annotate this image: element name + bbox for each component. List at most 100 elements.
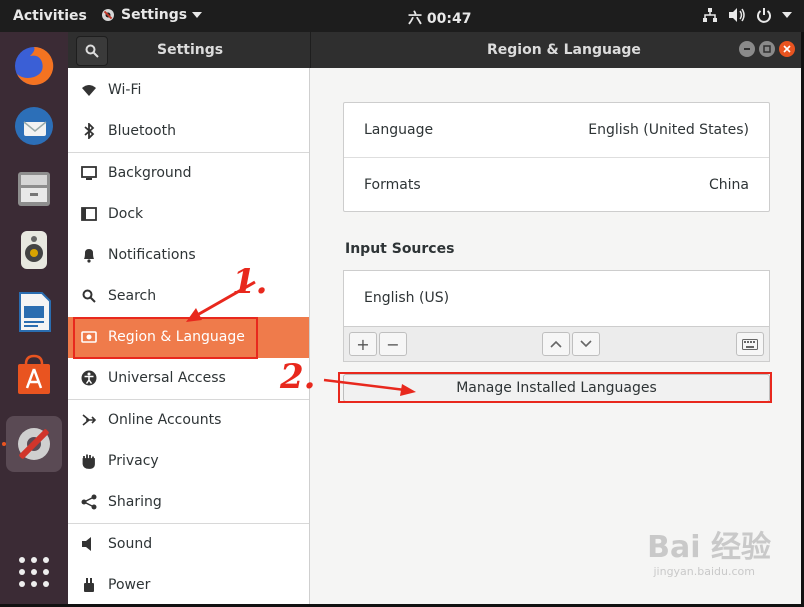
activities-button[interactable]: Activities: [13, 8, 87, 24]
sidebar-item-label: Online Accounts: [108, 412, 222, 428]
writer-document-icon: [19, 292, 51, 332]
show-applications-button[interactable]: [6, 544, 62, 600]
sidebar-item-sharing[interactable]: Sharing: [68, 482, 309, 523]
clock[interactable]: 六 00:47: [408, 8, 471, 28]
writer-launcher[interactable]: [6, 284, 62, 340]
minimize-icon: [744, 48, 750, 50]
window-controls: [739, 41, 795, 57]
app-menu[interactable]: Settings: [100, 7, 203, 23]
add-input-source-button[interactable]: +: [349, 332, 377, 356]
sidebar-item-label: Sound: [108, 536, 153, 552]
watermark-logo: Bai 经验: [647, 530, 771, 565]
sidebar-item-label: Privacy: [108, 453, 159, 469]
sidebar-item-bluetooth[interactable]: Bluetooth: [68, 111, 309, 152]
sidebar-item-sound[interactable]: Sound: [68, 524, 309, 565]
close-icon: [783, 45, 791, 53]
sidebar-item-dock[interactable]: Dock: [68, 194, 309, 235]
move-down-button[interactable]: [572, 332, 600, 356]
background-icon: [80, 164, 98, 182]
sidebar-item-label: Search: [108, 288, 157, 304]
bell-icon: [80, 246, 98, 264]
formats-label: Formats: [364, 177, 421, 193]
search-icon: [80, 287, 98, 305]
running-indicator: [2, 442, 6, 446]
settings-launcher[interactable]: [6, 416, 62, 472]
remove-input-source-button[interactable]: −: [379, 332, 407, 356]
input-sources-toolbar: + −: [343, 326, 770, 362]
page-title: Region & Language: [487, 42, 641, 58]
language-row[interactable]: Language English (United States): [344, 103, 769, 157]
move-up-button[interactable]: [542, 332, 570, 356]
sidebar-item-label: Notifications: [108, 247, 196, 263]
bluetooth-icon: [80, 122, 98, 140]
search-icon: [85, 44, 99, 58]
power-menu-icon: [757, 8, 771, 23]
settings-gear-icon: [102, 9, 114, 21]
sidebar-item-background[interactable]: Background: [68, 153, 309, 194]
sidebar-item-wifi[interactable]: Wi-Fi: [68, 70, 309, 111]
remove-icon: −: [386, 334, 400, 354]
language-formats-card: Language English (United States) Formats…: [343, 102, 770, 212]
sidebar-item-power[interactable]: Power: [68, 565, 309, 606]
annotation-arrow-2: [323, 378, 416, 396]
sidebar-item-label: Wi-Fi: [108, 82, 142, 98]
header-bar: Settings Region & Language: [68, 32, 801, 68]
dock: [0, 32, 68, 604]
volume-icon: [729, 8, 745, 22]
wifi-icon: [80, 81, 98, 99]
screen: Activities Settings 六 00:47 Settings Reg…: [0, 0, 804, 607]
keyboard-icon: [742, 338, 758, 350]
sidebar-item-notifications[interactable]: Notifications: [68, 235, 309, 276]
power-icon: [80, 576, 98, 594]
speaker-app-icon: [21, 231, 47, 269]
formats-row[interactable]: Formats China: [344, 158, 769, 212]
thunderbird-icon: [15, 107, 53, 145]
top-panel: Activities Settings 六 00:47: [0, 0, 804, 32]
chevron-down-icon: [782, 12, 792, 18]
language-value: English (United States): [588, 122, 749, 138]
software-launcher[interactable]: [6, 346, 62, 402]
network-icon: [703, 8, 717, 22]
software-bag-icon: [18, 354, 50, 394]
share-icon: [80, 493, 98, 511]
sidebar-title: Settings: [157, 42, 224, 58]
search-button[interactable]: [76, 36, 108, 66]
settings-tools-icon: [18, 428, 50, 460]
dock-icon: [80, 205, 98, 223]
sidebar-item-online-accounts[interactable]: Online Accounts: [68, 400, 309, 441]
sidebar-header: Settings: [68, 32, 311, 68]
sidebar-item-universal-access[interactable]: Universal Access: [68, 358, 309, 399]
chevron-down-icon: [192, 12, 203, 18]
close-button[interactable]: [779, 41, 795, 57]
sidebar-item-label: Power: [108, 577, 151, 593]
annotation-number-2: 2.: [280, 357, 316, 397]
maximize-button[interactable]: [759, 41, 775, 57]
minimize-button[interactable]: [739, 41, 755, 57]
input-sources-list: English (US): [343, 270, 770, 327]
sidebar-item-label: Background: [108, 165, 192, 181]
keyboard-layout-button[interactable]: [736, 332, 764, 356]
rhythmbox-launcher[interactable]: [6, 222, 62, 278]
accessibility-icon: [80, 369, 98, 387]
sidebar-item-label: Sharing: [108, 494, 162, 510]
sidebar-item-privacy[interactable]: Privacy: [68, 441, 309, 482]
input-sources-title: Input Sources: [345, 241, 455, 257]
chevron-down-icon: [580, 340, 592, 348]
thunderbird-launcher[interactable]: [6, 98, 62, 154]
sidebar-item-label: Universal Access: [108, 370, 226, 386]
input-source-item[interactable]: English (US): [364, 290, 449, 306]
speaker-icon: [80, 535, 98, 553]
files-icon: [18, 172, 50, 206]
hand-icon: [80, 452, 98, 470]
sidebar-item-label: Dock: [108, 206, 144, 222]
firefox-icon: [15, 46, 54, 85]
firefox-launcher[interactable]: [6, 38, 62, 94]
online-accounts-icon: [80, 411, 98, 429]
watermark-url: jingyan.baidu.com: [653, 565, 755, 578]
files-launcher[interactable]: [6, 160, 62, 216]
sidebar-item-label: Bluetooth: [108, 123, 176, 139]
app-grid-icon: [19, 557, 49, 587]
annotation-arrow-1: [186, 280, 256, 322]
maximize-icon: [763, 45, 771, 53]
system-tray[interactable]: [702, 7, 792, 23]
